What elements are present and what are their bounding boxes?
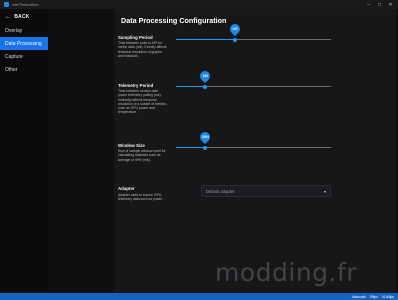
telemetry-period-description: Time between service-side power telemetr…: [118, 89, 167, 115]
status-fps: 50fps: [369, 294, 378, 299]
status-bar: Automatic 50fps 16.66fps: [0, 293, 398, 300]
telemetry-period-slider[interactable]: 100: [176, 68, 331, 90]
window-controls: – □ ✕: [363, 0, 396, 9]
title-bar: Intel PresentMon – □ ✕: [0, 0, 398, 9]
back-label: BACK: [14, 13, 30, 20]
sidebar-item-data-processing[interactable]: Data Processing: [0, 37, 48, 50]
window-title: Intel PresentMon: [12, 2, 39, 7]
sidebar-item-overlay[interactable]: Overlay: [0, 24, 48, 37]
close-button[interactable]: ✕: [385, 0, 396, 9]
slider-thumb[interactable]: [232, 37, 237, 42]
window-size-title: Window Size: [118, 143, 145, 148]
sidebar-item-other[interactable]: Other: [0, 63, 48, 76]
sampling-period-value: 100: [232, 26, 238, 31]
window-size-value: 1000: [201, 134, 209, 139]
chevron-down-icon: ▾: [323, 189, 326, 194]
adapter-description: Adapter used to source GPU telemetry dat…: [118, 193, 164, 202]
window-size-slider[interactable]: 1000: [176, 129, 331, 151]
window-size-description: Size of sample window used for calculati…: [118, 149, 166, 162]
sampling-period-description: Time between polls to API for metric dat…: [118, 41, 167, 58]
page-title: Data Processing Configuration: [121, 16, 227, 25]
adapter-select[interactable]: Default adapter ▾: [201, 185, 331, 197]
back-arrow-icon: ←: [5, 13, 12, 20]
sidebar: ← BACK Overlay Data Processing Capture O…: [0, 9, 48, 293]
status-frametime: 16.66fps: [381, 294, 394, 299]
minimize-button[interactable]: –: [363, 0, 374, 9]
watermark: modding.fr: [215, 258, 358, 287]
sidebar-item-capture[interactable]: Capture: [0, 50, 48, 63]
app-icon: [4, 2, 9, 7]
sampling-period-slider[interactable]: 100: [176, 21, 331, 43]
status-mode: Automatic: [351, 294, 366, 299]
telemetry-period-value: 100: [202, 73, 209, 78]
slider-fill: [176, 39, 235, 40]
slider-fill: [176, 86, 206, 87]
slider-fill: [176, 147, 206, 148]
maximize-button[interactable]: □: [374, 0, 385, 9]
adapter-title: Adapter: [118, 186, 135, 191]
main-area: [48, 9, 398, 293]
sampling-period-title: Sampling Period: [118, 35, 153, 40]
adapter-selected-value: Default adapter: [206, 188, 235, 194]
telemetry-period-title: Telemetry Period: [118, 83, 154, 88]
back-button[interactable]: ← BACK: [0, 9, 48, 24]
